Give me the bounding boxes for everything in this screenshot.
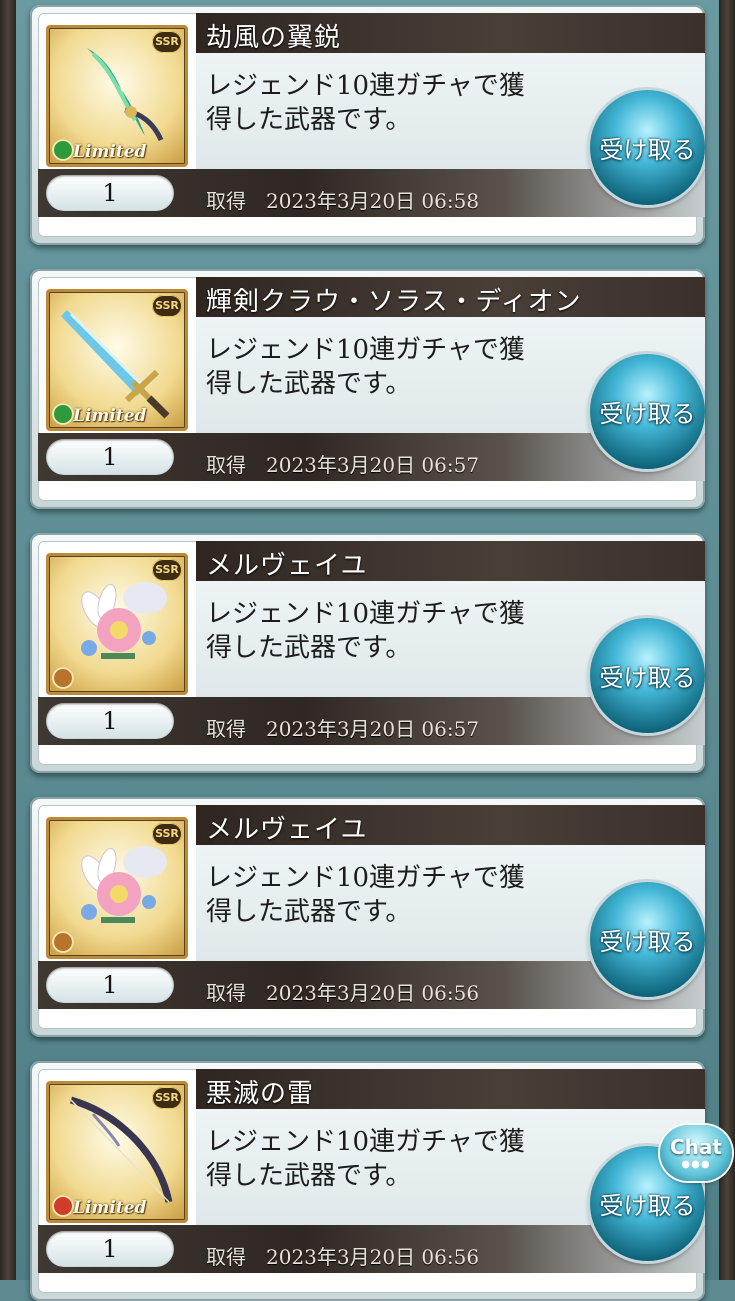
rarity-badge: SSR (152, 823, 182, 845)
rarity-badge: SSR (152, 1087, 182, 1109)
description-line-1: レジェンド10連ガチャで獲 (206, 335, 525, 365)
item-name: 劫風の翼鋭 (206, 23, 342, 53)
wind-element-icon (52, 403, 74, 425)
receive-button-label: 受け取る (599, 1192, 696, 1220)
gift-item-card: メルヴェイユ レジェンド10連ガチャで獲 得した武器です。 1 取得 2023年… (30, 797, 705, 1037)
gift-item-card: メルヴェイユ レジェンド10連ガチャで獲 得した武器です。 1 取得 2023年… (30, 533, 705, 773)
description-line-2: 得した武器です。 (206, 1161, 412, 1191)
receive-button-label: 受け取る (599, 400, 696, 428)
quantity-pill: 1 (46, 1231, 174, 1267)
left-frame-rail (0, 0, 16, 1280)
description-line-2: 得した武器です。 (206, 897, 412, 927)
fire-element-icon (52, 1195, 74, 1217)
item-description: レジェンド10連ガチャで獲 得した武器です。 (206, 1125, 556, 1193)
obtained-label: 取得 (206, 189, 246, 213)
wind-wing-weapon-icon[interactable]: SSR Limited (46, 25, 188, 167)
gift-item-card: 悪滅の雷 レジェンド10連ガチャで獲 得した武器です。 1 取得 2023年3月… (30, 1061, 705, 1301)
gift-item-card: 劫風の翼鋭 レジェンド10連ガチャで獲 得した武器です。 1 取得 2023年3… (30, 5, 705, 245)
receive-button[interactable]: 受け取る (590, 354, 705, 469)
quantity-pill: 1 (46, 175, 174, 211)
obtained-date: 2023年3月20日 06:56 (266, 981, 480, 1005)
limited-badge: Limited (73, 406, 147, 426)
receive-button[interactable]: 受け取る (590, 618, 705, 733)
obtained-date: 2023年3月20日 06:57 (266, 717, 480, 741)
earth-element-icon (52, 931, 74, 953)
obtained-date: 2023年3月20日 06:57 (266, 453, 480, 477)
quantity-pill: 1 (46, 967, 174, 1003)
limited-badge: Limited (73, 142, 147, 162)
sword-weapon-icon[interactable]: SSR Limited (46, 289, 188, 431)
item-description: レジェンド10連ガチャで獲 得した武器です。 (206, 69, 556, 137)
obtained-label: 取得 (206, 981, 246, 1005)
chat-dots-icon: ●●● (681, 1159, 711, 1170)
item-description: レジェンド10連ガチャで獲 得した武器です。 (206, 597, 556, 665)
wind-element-icon (52, 139, 74, 161)
quantity-pill: 1 (46, 703, 174, 739)
receive-button[interactable]: 受け取る (590, 90, 705, 205)
flower-bouquet-weapon-icon[interactable]: SSR (46, 817, 188, 959)
description-line-2: 得した武器です。 (206, 105, 412, 135)
receive-button-label: 受け取る (599, 928, 696, 956)
description-line-2: 得した武器です。 (206, 633, 412, 663)
item-name: メルヴェイユ (206, 551, 368, 581)
description-line-1: レジェンド10連ガチャで獲 (206, 1127, 525, 1157)
rarity-badge: SSR (152, 31, 182, 53)
description-line-2: 得した武器です。 (206, 369, 412, 399)
description-line-1: レジェンド10連ガチャで獲 (206, 599, 525, 629)
obtained-label: 取得 (206, 453, 246, 477)
description-line-1: レジェンド10連ガチャで獲 (206, 863, 525, 893)
obtained-date: 2023年3月20日 06:58 (266, 189, 480, 213)
receive-button-label: 受け取る (599, 664, 696, 692)
limited-badge: Limited (73, 1198, 147, 1218)
flower-bouquet-weapon-icon[interactable]: SSR (46, 553, 188, 695)
rarity-badge: SSR (152, 559, 182, 581)
item-name: 輝剣クラウ・ソラス・ディオン (206, 287, 582, 317)
bow-weapon-icon[interactable]: SSR Limited (46, 1081, 188, 1223)
obtained-label: 取得 (206, 1245, 246, 1269)
item-name: 悪滅の雷 (206, 1079, 315, 1109)
rarity-badge: SSR (152, 295, 182, 317)
gift-item-card: 輝剣クラウ・ソラス・ディオン レジェンド10連ガチャで獲 得した武器です。 1 … (30, 269, 705, 509)
receive-button[interactable]: 受け取る (590, 882, 705, 997)
earth-element-icon (52, 667, 74, 689)
chat-label: Chat (670, 1135, 722, 1159)
item-description: レジェンド10連ガチャで獲 得した武器です。 (206, 861, 556, 929)
description-line-1: レジェンド10連ガチャで獲 (206, 71, 525, 101)
item-description: レジェンド10連ガチャで獲 得した武器です。 (206, 333, 556, 401)
right-frame-rail (719, 0, 735, 1280)
obtained-date: 2023年3月20日 06:56 (266, 1245, 480, 1269)
quantity-pill: 1 (46, 439, 174, 475)
chat-button[interactable]: Chat ●●● (660, 1125, 732, 1181)
receive-button-label: 受け取る (599, 136, 696, 164)
obtained-label: 取得 (206, 717, 246, 741)
item-name: メルヴェイユ (206, 815, 368, 845)
